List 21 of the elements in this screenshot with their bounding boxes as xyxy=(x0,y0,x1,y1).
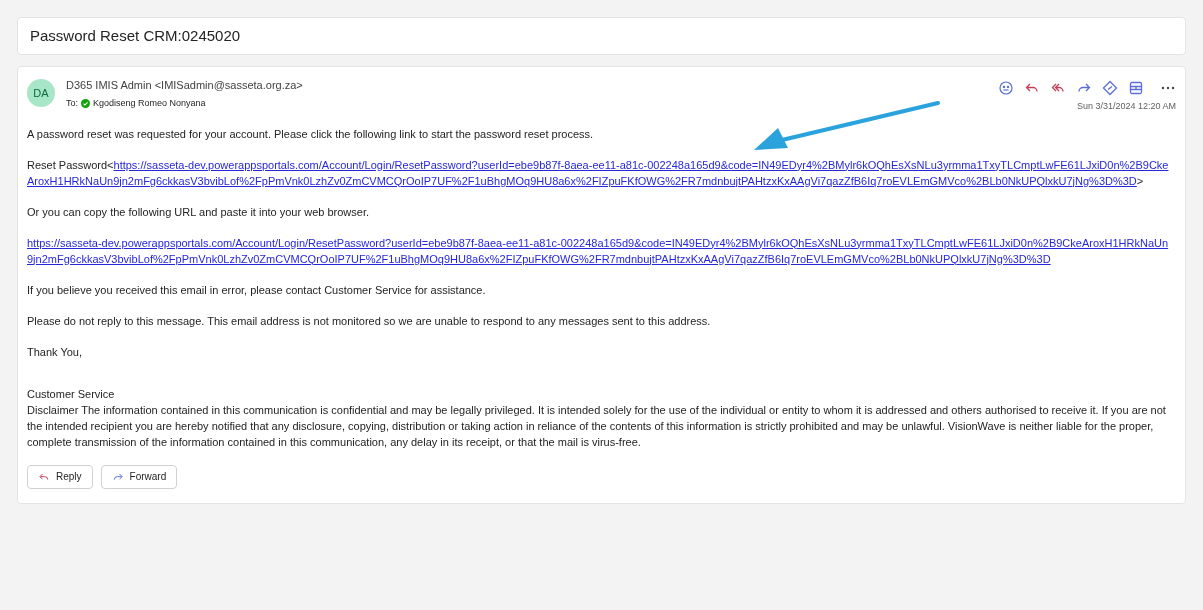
reset-link[interactable]: Reset Password<https://sasseta-dev.powerappsportals.com/Account/Login/ResetPassword?userId=ebe9b87f-8aea-ee11-a81c-002248a165d9&code=IN49EDyr4%2BMylr6kOQhEsXsNLu3yrmma1TxyTLCmptLwFE61LJxiD0n%2B9CkeAroxH1HRkNaUn9jn2mFg6ckkasV3bvibLof%2FpPmVnk0LzhZv0ZmCVMCQrOoIP7UF%2F1uBhgMOq9HU8a6x%2FIZpuFKfOWG%2FR7mdnbujtPAHtzxKxAAgVi7qazZfB6Iq7roEVLEmGMVco%2BLb0NkUPQlxkU7jNg%3D%3D> xyxy=(27,156,1176,189)
body-text: A password reset was requested for your account. Please click the following link to start the password reset process. xyxy=(27,126,595,142)
loop-icon[interactable] xyxy=(1102,80,1118,96)
message-date: Sun 3/31/2024 12:20 AM xyxy=(1076,100,1176,113)
emoji-icon[interactable] xyxy=(998,80,1014,96)
forward-button[interactable]: Forward xyxy=(100,464,178,489)
status-icon xyxy=(81,98,90,108)
body-text: Please do not reply to this message. This email address is not monitored so we are unable to respond to any messages sent to this address. xyxy=(27,313,712,329)
body-text: Or you can copy the following URL and paste it into your web browser. xyxy=(27,204,370,220)
sender: D365 IMIS Admin <IMISadmin@sasseta.org.za> xyxy=(66,78,304,93)
disclaimer: Disclaimer The information contained in this communication is confidential and may be legally privileged. It is intended solely for the use of the individual or entity to whom it is addressed and others authorised to receive it. If you are not the intended recipient you are hereby notified that any disclosure, copying, distribution or taking action in reliance of the contents of this information is strictly prohibited and may be unlawful. VisionWave is neither liable for the proper, complete transmission of the information contained in this communication, any delay in its receipt, or that the mail is virus-free. xyxy=(27,402,1167,450)
signature: Customer Service xyxy=(27,386,116,402)
reset-link[interactable]: https://sasseta-dev.powerappsportals.com/Account/Login/ResetPassword?userId=ebe9b87f-8aea-ee11-a81c-002248a165d9&code=IN49EDyr4%2BMylr6kOQhEsXsNLu3yrmma1TxyTLCmptLwFE61LJxiD0n%2B9CkeAroxH1HRkNaUn9jn2mFg6ckkasV3bvibLof%2FpPmVnk0LzhZv0ZmCVMCQrOoIP7UF%2F1uBhgMOq9HU8a6x%2FIZpuFKfOWG%2FR7mdnbujtPAHtzxKxAAgVi7qazZfB6Iq7roEVLEmGMVco%2BLb0NkUPQlxkU7jNg%3D%3D xyxy=(27,234,1176,267)
body-text: If you believe you received this email in error, please contact Customer Service for assistance. xyxy=(27,282,487,298)
body-text: Thank You, xyxy=(27,344,84,360)
avatar: DA xyxy=(27,79,55,107)
email-subject: Password Reset CRM:0245020 xyxy=(30,25,241,46)
recipient[interactable]: Kgodiseng Romeo Nonyana xyxy=(93,96,206,110)
reply-button[interactable]: Reply xyxy=(27,464,93,489)
grid-icon[interactable] xyxy=(1128,80,1144,96)
to-label: To: xyxy=(66,96,78,110)
